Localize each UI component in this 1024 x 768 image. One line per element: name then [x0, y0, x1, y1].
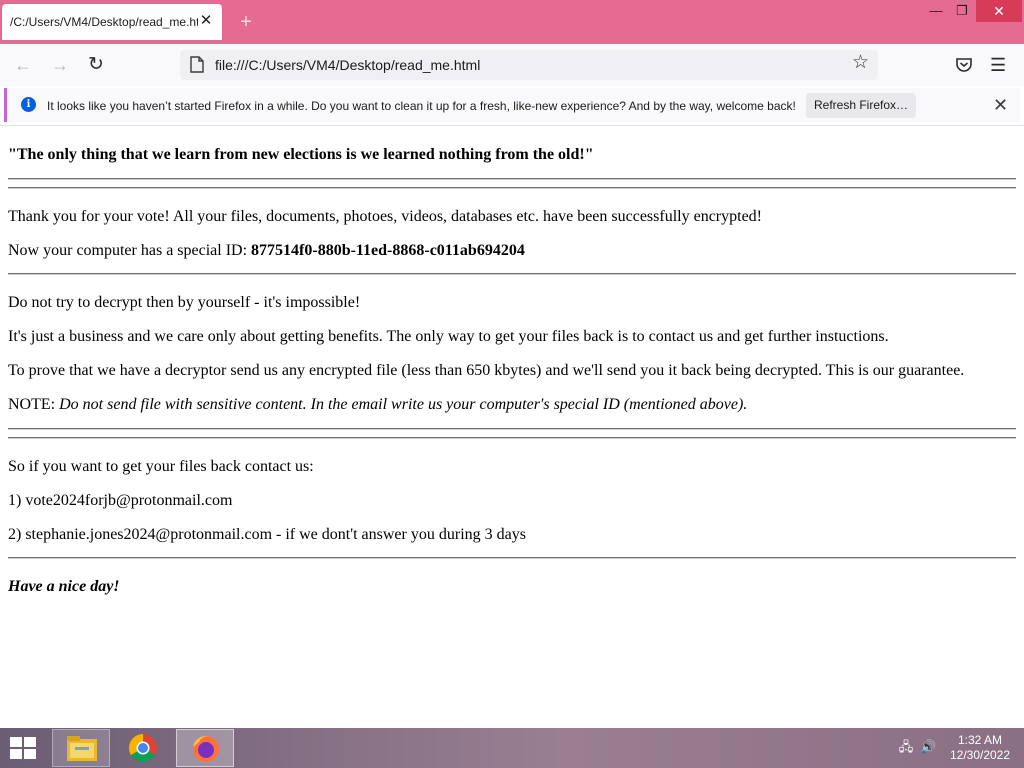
firefox-icon[interactable] [176, 729, 234, 767]
file-explorer-icon[interactable] [52, 729, 110, 767]
window-close-icon[interactable]: ✕ [976, 0, 1022, 22]
tab-read-me[interactable]: /C:/Users/VM4/Desktop/read_me.html ✕ [2, 4, 222, 40]
toolbar-divider [0, 125, 1024, 126]
divider [8, 428, 1016, 430]
bookmark-star-icon[interactable]: ☆ [852, 52, 869, 74]
quote-heading: "The only thing that we learn from new e… [8, 146, 594, 163]
hamburger-menu-icon[interactable]: ☰ [990, 53, 1006, 77]
tab-strip: /C:/Users/VM4/Desktop/read_me.html ✕ + —… [0, 0, 1024, 44]
closing-text: Have a nice day! [8, 578, 120, 595]
clock-time: 1:32 AM [957, 733, 1003, 747]
navigation-bar: ← → ↻ file:///C:/Users/VM4/Desktop/read_… [0, 44, 1024, 86]
forward-icon[interactable]: → [47, 53, 73, 77]
clock-date: 12/30/2022 [949, 748, 1011, 762]
divider [8, 178, 1016, 180]
minimize-icon[interactable]: — [922, 0, 950, 22]
reload-icon[interactable]: ↻ [83, 53, 109, 77]
chrome-icon[interactable] [114, 729, 172, 767]
page-icon [190, 56, 204, 73]
close-notification-icon[interactable]: ✕ [993, 94, 1008, 116]
windows-start-icon[interactable] [10, 737, 37, 760]
info-icon: i [21, 97, 36, 112]
contact-email-1: 1) vote2024forjb@protonmail.com [8, 492, 233, 509]
refresh-notification-bar: i It looks like you haven’t started Fire… [4, 88, 1020, 122]
contact-intro: So if you want to get your files back co… [8, 458, 314, 475]
divider [8, 273, 1016, 275]
contact-email-2: 2) stephanie.jones2024@protonmail.com - … [8, 526, 526, 543]
special-id-line: Now your computer has a special ID: 8775… [8, 242, 525, 259]
pocket-icon[interactable] [955, 56, 973, 74]
tab-title: /C:/Users/VM4/Desktop/read_me.html [10, 15, 198, 29]
business-text: It's just a business and we care only ab… [8, 328, 889, 345]
volume-icon[interactable]: 🔊 [920, 739, 936, 755]
prove-text: To prove that we have a decryptor send u… [8, 362, 965, 379]
new-tab-icon[interactable]: + [236, 10, 256, 34]
divider [8, 557, 1016, 559]
restore-icon[interactable]: ❐ [948, 0, 976, 22]
note-text: NOTE: Do not send file with sensitive co… [8, 396, 748, 413]
divider [8, 187, 1016, 189]
special-id-value: 877514f0-880b-11ed-8868-c011ab694204 [251, 242, 525, 259]
network-icon[interactable]: 🖧 [898, 739, 914, 755]
taskbar-clock[interactable]: 1:32 AM 12/30/2022 [944, 733, 1016, 763]
notification-text: It looks like you haven’t started Firefo… [47, 99, 796, 113]
back-icon[interactable]: ← [10, 53, 36, 77]
url-bar[interactable]: file:///C:/Users/VM4/Desktop/read_me.htm… [180, 50, 878, 80]
no-decrypt-text: Do not try to decrypt then by yourself -… [8, 294, 361, 311]
divider [8, 437, 1016, 439]
thanks-text: Thank you for your vote! All your files,… [8, 208, 763, 225]
url-text: file:///C:/Users/VM4/Desktop/read_me.htm… [215, 57, 481, 73]
close-tab-icon[interactable]: ✕ [198, 13, 214, 29]
taskbar: 🖧 🔊 1:32 AM 12/30/2022 [0, 728, 1024, 768]
refresh-firefox-button[interactable]: Refresh Firefox… [806, 93, 916, 118]
